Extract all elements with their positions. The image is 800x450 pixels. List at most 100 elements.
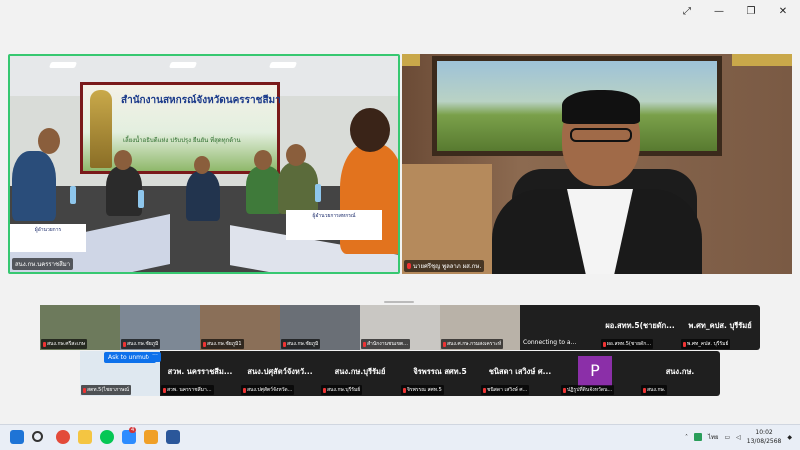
thumbnail-name-label: สนง.กษ.ชัยภูมิ1 [201, 339, 244, 349]
main-video-tile-right[interactable]: นายศรีชุญ พูลลาภ ผส.กษ. [402, 54, 792, 274]
thumbnail-strip-top: สนง.กษ.ศรีสะเกษ สนง.กษ.ชัยภูมิ สนง.กษ.ชัยภ… [40, 305, 760, 350]
participant-thumbnail[interactable]: สนง.ปศุสัตว์จังหวั... สนง.ปศุสัตว์จังหวัด… [240, 351, 320, 396]
thumbnail-label-text: สนง.กษ.ศรีสะเกษ [47, 341, 86, 347]
thumbnail-name-label: สำนักงานชนเขต... [361, 339, 410, 349]
participant-person [106, 166, 142, 216]
language-indicator[interactable]: ไทย [708, 432, 719, 442]
thumbnail-name-label: พ.ศท_คปส. บุรีรัมย์ [681, 339, 731, 349]
clock-date: 13/08/2568 [746, 438, 782, 445]
notification-bell-icon[interactable]: ◆ [787, 434, 792, 441]
thumbnail-label-text: สนง.กษ.ชัยภูมิ [287, 341, 319, 347]
water-bottle [138, 190, 144, 208]
participant-thumbnail[interactable]: สนง.ศ.กษ.กรมสงเคราะห์ [440, 305, 520, 350]
fullscreen-icon[interactable]: ⤢ [680, 6, 694, 17]
participant-thumbnail[interactable]: ชนิสดา เสวิงษ์ ศ... ชนิสดา เสวิงษ์ ศ... [480, 351, 560, 396]
participant-display-name: ผอ.สทท.5(ชายดัก... [605, 321, 675, 330]
participant-thumbnail[interactable]: สนง.กษ.บุรีรัมย์ สนง.กษ.บุรีรัมย์ [320, 351, 400, 396]
speaker-hair [562, 90, 640, 124]
thumbnail-label-text: จิรพรรณ สศท.5 [407, 387, 442, 393]
statue-figure [90, 90, 112, 168]
tile-label-text: นายศรีชุญ พูลลาภ ผส.กษ. [413, 263, 482, 270]
notification-badge: 4 [129, 427, 137, 433]
thumbnail-label-text: สนง.ปศุสัตว์จังหวัด... [247, 387, 293, 393]
participant-display-name: จิรพรรณ สศท.5 [413, 367, 467, 376]
participant-thumbnail[interactable]: สนง.กษ. สนง.กษ. [640, 351, 720, 396]
thumbnail-name-label: ปฏิรูปที่ดินจังหวัดน... [561, 385, 615, 395]
participant-thumbnail[interactable]: สนง.กษ.ชัยภูมิ [280, 305, 360, 350]
participant-thumbnail[interactable]: สนง.กษ.ชัยภูมิ [120, 305, 200, 350]
mic-muted-icon [483, 387, 486, 393]
mic-muted-icon [283, 341, 286, 347]
more-options-button[interactable]: ··· [149, 352, 161, 362]
tile-name-label: สนง.กษ.นครราชสีมา [12, 258, 74, 270]
mic-muted-icon [203, 341, 206, 347]
thumbnail-name-label: ชนิสดา เสวิงษ์ ศ... [481, 385, 530, 395]
water-bottle [70, 186, 76, 204]
volume-icon[interactable]: ◁ [736, 434, 741, 441]
network-icon[interactable]: ▭ [724, 434, 730, 441]
nameplate: ผู้อำนวยการ [10, 224, 86, 252]
clock[interactable]: 10:02 13/08/2568 [747, 428, 782, 446]
banner-title: สำนักงานสหกรณ์จังหวัดนครราชสีมา [121, 95, 281, 106]
line-icon[interactable] [100, 430, 114, 444]
mic-muted-icon [603, 341, 606, 347]
thumbnail-label-text: ปฏิรูปที่ดินจังหวัดน... [567, 387, 613, 393]
mic-muted-icon [443, 341, 446, 347]
thumbnail-label-text: สนง.กษ.ชัยภูมิ1 [207, 341, 242, 347]
thumbnail-label-text: สวพ. นครราชสีมา... [167, 387, 212, 393]
thumbnail-label-text: พ.ศท_คปส. บุรีรัมย์ [687, 341, 729, 347]
ceiling-light [168, 62, 198, 68]
file-explorer-icon[interactable] [78, 430, 92, 444]
tray-app-icon[interactable] [693, 433, 702, 441]
participant-head [286, 144, 306, 166]
thumbnail-label-text: สตท.5(ไชยาภาษณ์ [87, 387, 129, 393]
thumbnail-label-text: สนง.กษ.ชัยภูมิ [127, 341, 159, 347]
participant-thumbnail[interactable]: ผอ.สทท.5(ชายดัก... ผอ.สทท.5(ชายดัก... [600, 305, 680, 350]
thumbnail-name-label: สนง.กษ.ชัยภูมิ [121, 339, 161, 349]
connecting-status: Connecting to a... [523, 339, 577, 346]
ceiling-light [268, 62, 298, 68]
minimize-button[interactable]: — [712, 6, 726, 17]
participant-thumbnail[interactable]: สำนักงานชนเขต... [360, 305, 440, 350]
participant-thumbnail[interactable]: สวพ. นครราชสีม... สวพ. นครราชสีมา... [160, 351, 240, 396]
thumbnail-label-text: สำนักงานชนเขต... [367, 341, 408, 347]
participant-display-name: สนง.ปศุสัตว์จังหวั... [247, 367, 313, 376]
gallery-resize-handle[interactable] [384, 301, 414, 303]
mic-muted-icon [683, 341, 686, 347]
mic-muted-icon [163, 387, 166, 393]
participant-thumbnail[interactable]: สนง.กษ.ศรีสะเกษ [40, 305, 120, 350]
chevron-up-icon[interactable]: ˄ [685, 434, 688, 441]
maximize-button[interactable]: ❐ [744, 6, 758, 17]
main-video-tile-left[interactable]: สำนักงานสหกรณ์จังหวัดนครราชสีมา เลี้ยงน้… [8, 54, 400, 274]
word-icon[interactable] [166, 430, 180, 444]
tile-name-label: นายศรีชุญ พูลลาภ ผส.กษ. [404, 260, 485, 272]
participant-thumbnail[interactable]: จิรพรรณ สศท.5 จิรพรรณ สศท.5 [400, 351, 480, 396]
clock-time: 10:02 [755, 429, 773, 436]
participant-person [278, 162, 318, 214]
participant-thumbnail[interactable]: P ปฏิรูปที่ดินจังหวัดน... [560, 351, 640, 396]
mic-muted-icon [407, 263, 411, 269]
frame-edge [402, 54, 420, 66]
start-windows-icon[interactable] [10, 430, 24, 444]
wood-cabinet [402, 164, 492, 274]
app-icon[interactable] [144, 430, 158, 444]
avatar: P [578, 356, 612, 386]
chrome-icon[interactable] [56, 430, 70, 444]
window-controls: ⤢ — ❐ ✕ [680, 6, 790, 17]
search-icon[interactable] [32, 431, 43, 442]
banner-subtitle: เลี้ยงน้ำอธิบดีแห่ง ปรับปรุง ยืนยัน ที่ส… [123, 137, 241, 144]
participant-display-name: ชนิสดา เสวิงษ์ ศ... [488, 367, 552, 376]
thumbnail-name-label: สนง.กษ.ศรีสะเกษ [41, 339, 88, 349]
thumbnail-label-text: สนง.ศ.กษ.กรมสงเคราะห์ [447, 341, 502, 347]
close-button[interactable]: ✕ [776, 6, 790, 17]
participant-person [12, 151, 56, 221]
thumbnail-name-label: ผอ.สทท.5(ชายดัก... [601, 339, 654, 349]
participant-thumbnail[interactable]: Connecting to a... [520, 305, 600, 350]
participant-thumbnail[interactable]: สนง.กษ.ชัยภูมิ1 [200, 305, 280, 350]
participant-thumbnail[interactable]: พ.ศท_คปส. บุรีรัมย์ พ.ศท_คปส. บุรีรัมย์ [680, 305, 760, 350]
participant-head [38, 128, 60, 154]
participant-display-name: พ.ศท_คปส. บุรีรัมย์ [688, 321, 752, 330]
mic-muted-icon [83, 387, 86, 393]
ceiling-light [48, 62, 78, 68]
mic-muted-icon [123, 341, 126, 347]
